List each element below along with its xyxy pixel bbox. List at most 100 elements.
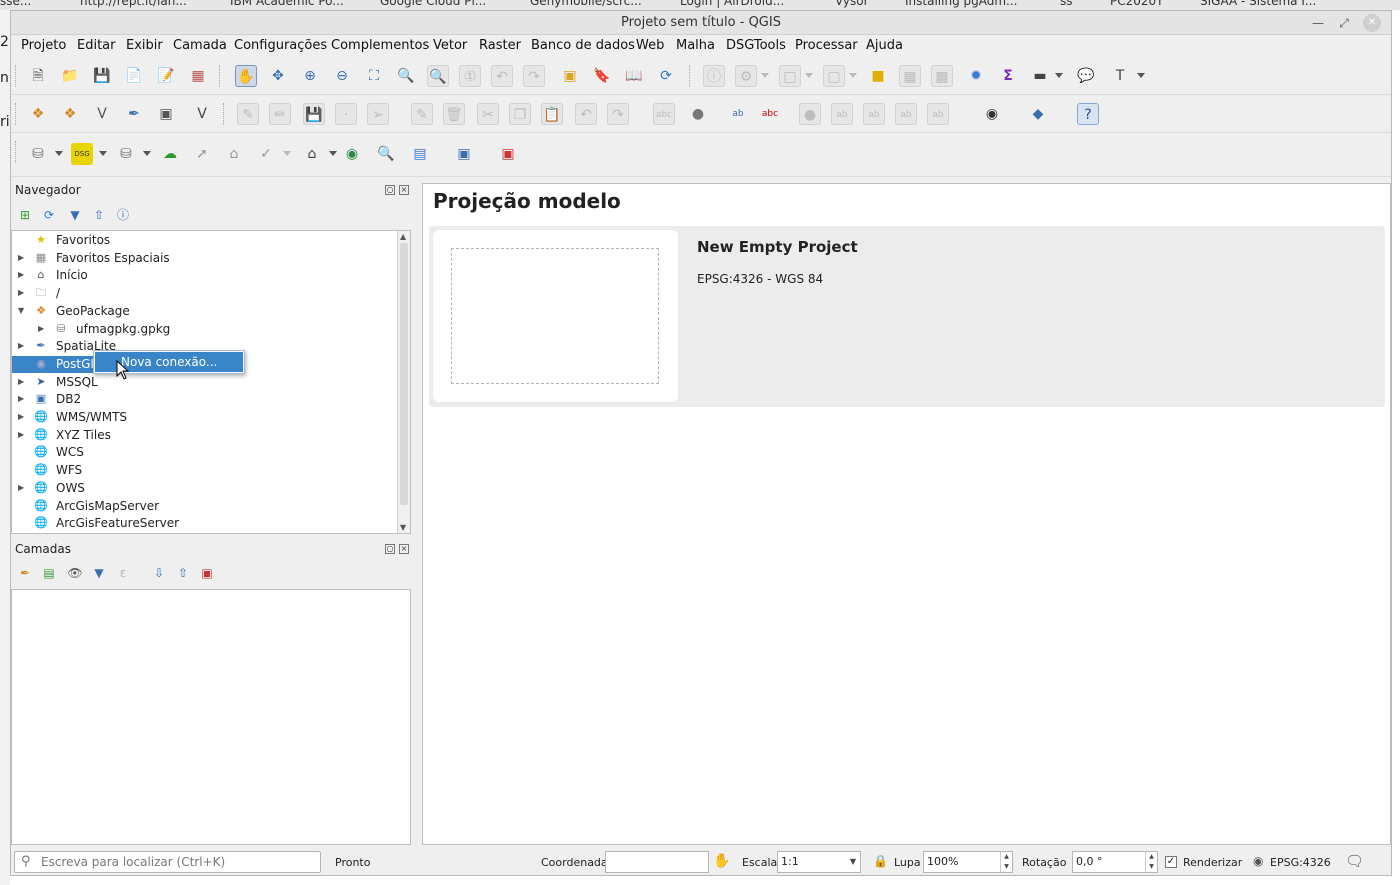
identify-features-icon[interactable]: ⓘ [703, 65, 725, 87]
show-bookmarks-icon[interactable]: 📖 [623, 65, 645, 87]
template-card-new-empty-project[interactable]: New Empty Project EPSG:4326 - WGS 84 [429, 226, 1385, 407]
menu-editar[interactable]: Editar [77, 38, 116, 53]
zoom-last-icon[interactable]: ↶ [491, 65, 513, 87]
rotate-label-icon[interactable]: ab [895, 103, 917, 125]
chevron-right-icon[interactable]: ▶ [18, 426, 28, 444]
expand-all-icon[interactable]: ⇩ [151, 565, 167, 581]
open-project-icon[interactable]: 📁 [59, 65, 81, 87]
magnifier-spinbox[interactable]: 100% ▲ ▼ [923, 851, 1013, 873]
zoom-full-icon[interactable]: ⛶ [363, 65, 385, 87]
current-edits-icon[interactable]: ✎ [237, 103, 259, 125]
search-plugin-icon[interactable]: 🔍 [375, 143, 397, 165]
text-annotation-icon[interactable]: T [1109, 65, 1131, 87]
chevron-right-icon[interactable]: ▶ [38, 320, 48, 338]
layers-list[interactable] [11, 589, 411, 845]
navigator-scrollbar[interactable]: ▲ ▼ [397, 231, 410, 533]
db-manager-icon[interactable]: ⛁ [27, 143, 49, 165]
minimize-icon[interactable]: — [1309, 14, 1327, 32]
navigator-item--[interactable]: ▶ 🗀 / [12, 284, 398, 302]
help-icon[interactable]: ? [1077, 103, 1099, 125]
data-source-manager-icon[interactable]: ❖ [27, 103, 49, 125]
crs-button[interactable]: EPSG:4326 [1270, 856, 1331, 869]
add-selected-layers-icon[interactable]: ⊞ [17, 207, 33, 223]
close-panel-icon[interactable]: × [399, 185, 409, 195]
chevron-right-icon[interactable]: ▶ [18, 373, 28, 391]
move-label-icon[interactable]: ab [863, 103, 885, 125]
cloud-upload-icon[interactable]: ☁ [159, 143, 181, 165]
navigator-item-ows[interactable]: ▶ 🌐 OWS [12, 479, 398, 497]
measure-icon[interactable]: ▬ [1029, 65, 1051, 87]
menu-processar[interactable]: Processar [795, 38, 858, 53]
navigator-item-mssql[interactable]: ▶ ➤ MSSQL [12, 373, 398, 391]
deselect-all-icon[interactable]: ■ [867, 65, 889, 87]
spin-arrows-icon[interactable]: ▲ ▼ [1000, 852, 1012, 872]
menu-configura-es[interactable]: Configurações [234, 38, 327, 53]
search-input[interactable] [41, 854, 316, 870]
menu-dsgtools[interactable]: DSGTools [726, 38, 786, 53]
float-panel-icon[interactable]: ○ [385, 185, 395, 195]
chevron-right-icon[interactable]: ▶ [18, 249, 28, 267]
chevron-right-icon[interactable]: ▶ [18, 284, 28, 302]
menu-vetor[interactable]: Vetor [433, 38, 467, 53]
run-action-icon[interactable]: ⚙ [735, 65, 757, 87]
export-plugin-icon[interactable]: ▣ [453, 143, 475, 165]
paste-features-icon[interactable]: 📋 [541, 103, 563, 125]
pin-labels-icon[interactable]: ● [799, 103, 821, 125]
attribute-table-icon[interactable]: ▦ [899, 65, 921, 87]
new-temporary-layer-icon[interactable]: ▣ [155, 103, 177, 125]
remove-layer-icon[interactable]: ▣ [199, 565, 215, 581]
refresh-icon[interactable]: ⟳ [41, 207, 57, 223]
filter-icon[interactable]: ▼ [67, 207, 83, 223]
zoom-to-layer-icon[interactable]: 🔍 [427, 65, 449, 87]
new-shapefile-layer-icon[interactable]: V [91, 103, 113, 125]
home-icon[interactable]: ⌂ [223, 143, 245, 165]
chevron-right-icon[interactable]: ▶ [18, 390, 28, 408]
label-toolbar-icon[interactable]: abc [653, 103, 675, 125]
add-vector-layer-icon[interactable]: V [191, 103, 213, 125]
menu-banco-de-dados[interactable]: Banco de dados [531, 38, 635, 53]
pan-map-icon[interactable]: ✋ [235, 65, 257, 87]
coordinate-field[interactable] [605, 851, 709, 873]
style-manager-icon[interactable]: ▦ [187, 65, 209, 87]
new-project-icon[interactable]: 🗎 [27, 65, 49, 87]
add-group-icon[interactable]: ▤ [41, 565, 57, 581]
navigator-item-db2[interactable]: ▶ ▣ DB2 [12, 390, 398, 408]
close-panel-icon[interactable]: × [399, 544, 409, 554]
select-by-value-icon[interactable]: ▢ [823, 65, 845, 87]
new-spatialite-layer-icon[interactable]: ✒ [123, 103, 145, 125]
float-panel-icon[interactable]: ○ [385, 544, 395, 554]
menu-camada[interactable]: Camada [173, 38, 227, 53]
menu-web[interactable]: Web [636, 38, 664, 53]
report-plugin-icon[interactable]: ▣ [497, 143, 519, 165]
collapse-all-icon[interactable]: ⇧ [175, 565, 191, 581]
new-map-view-icon[interactable]: ▣ [559, 65, 581, 87]
undo-icon[interactable]: ↶ [575, 103, 597, 125]
delete-selected-icon[interactable]: 🗑 [443, 103, 465, 125]
close-icon[interactable]: ✕ [1363, 14, 1381, 32]
rotation-spinbox[interactable]: 0,0 ° ▲ ▼ [1072, 851, 1158, 873]
navigator-item-arcgismapserver[interactable]: 🌐 ArcGisMapServer [12, 497, 398, 515]
layers-plugin-icon[interactable]: ▤ [409, 143, 431, 165]
layout-manager-icon[interactable]: 📝 [155, 65, 177, 87]
map-plugin-icon[interactable]: ◉ [341, 143, 363, 165]
unplaced-labels-icon[interactable]: abc [759, 103, 781, 125]
map-tips-icon[interactable]: 💬 [1075, 65, 1097, 87]
field-calculator-icon[interactable]: ▩ [931, 65, 953, 87]
navigator-item-geopackage[interactable]: ▼ ❖ GeoPackage [12, 302, 398, 320]
crs-globe-icon[interactable]: ◉ [1253, 854, 1263, 868]
navigator-item-ufmagpkg-gpkg[interactable]: ▶ ⛁ ufmagpkg.gpkg [12, 320, 398, 338]
redo-icon[interactable]: ↷ [607, 103, 629, 125]
copy-features-icon[interactable]: ❐ [509, 103, 531, 125]
python-console-icon[interactable]: ◆ [1027, 103, 1049, 125]
statistics-sigma-icon[interactable]: Σ [997, 65, 1019, 87]
navigator-item-wfs[interactable]: 🌐 WFS [12, 461, 398, 479]
menu-exibir[interactable]: Exibir [126, 38, 163, 53]
new-bookmark-icon[interactable]: 🔖 [591, 65, 613, 87]
navigator-item-in-cio[interactable]: ▶ ⌂ Início [12, 266, 398, 284]
chevron-right-icon[interactable]: ▶ [18, 266, 28, 284]
scale-select[interactable]: 1:1 ▼ [777, 851, 861, 873]
save-edits-icon[interactable]: 💾 [303, 103, 325, 125]
zoom-in-icon[interactable]: ⊕ [299, 65, 321, 87]
modify-attributes-icon[interactable]: ✎ [411, 103, 433, 125]
db-tools-icon[interactable]: ⛁ [115, 143, 137, 165]
